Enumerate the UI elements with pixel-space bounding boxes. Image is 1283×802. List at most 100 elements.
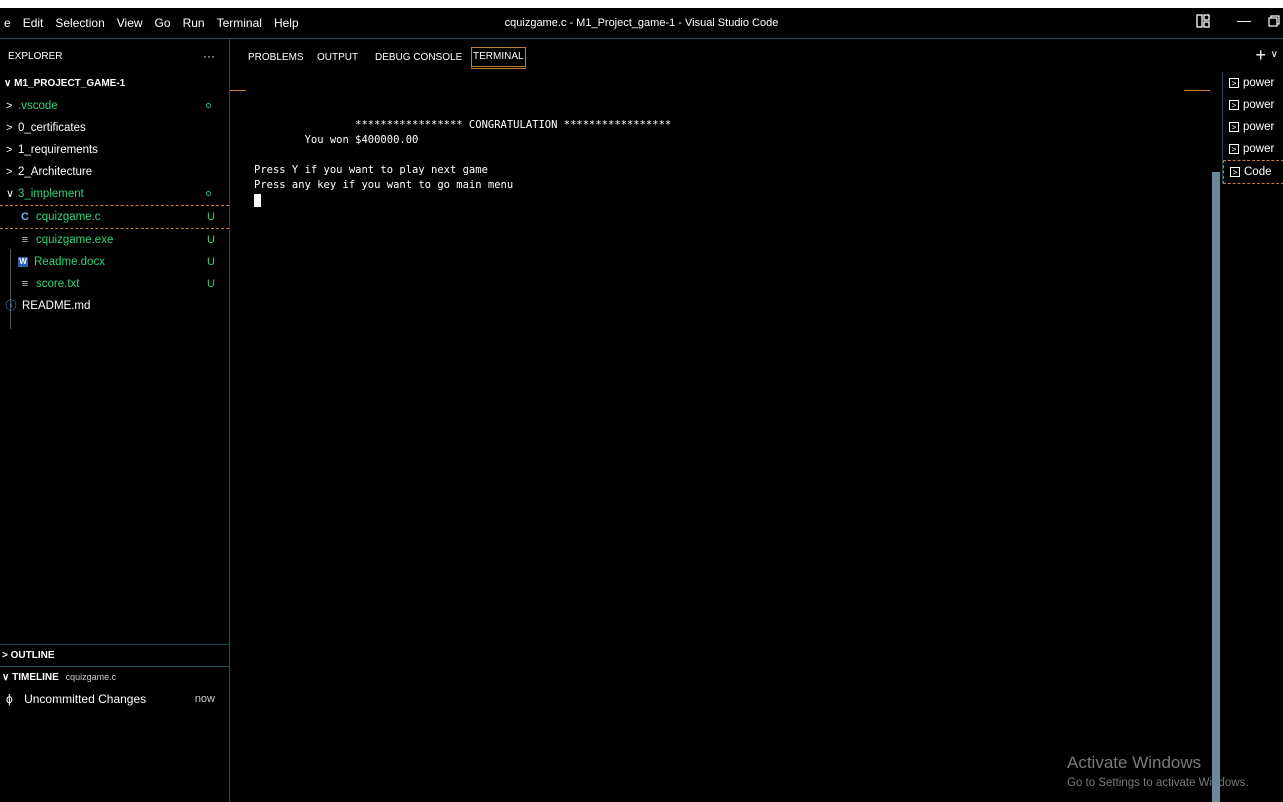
terminal-output[interactable]: ***************** CONGRATULATION *******… [254,118,671,208]
chevron-right-icon: > [6,122,13,134]
folder-label: 2_Architecture [18,166,93,178]
terminal-icon: > [1229,121,1239,132]
chevron-down-icon: ∨ [4,78,12,89]
minimize-icon[interactable]: — [1237,12,1251,28]
folder-label: .vscode [18,100,58,112]
file-label: cquizgame.exe [36,234,114,246]
timeline-header[interactable]: ∨ TIMELINE cquizgame.c [0,667,229,688]
new-terminal-icon[interactable]: + [1255,45,1266,66]
explorer-title: EXPLORER [8,50,63,62]
folder-2-architecture[interactable]: > 2_Architecture [0,161,229,183]
menu-view[interactable]: View [117,16,143,30]
file-readme-docx[interactable]: W Readme.docx U [0,251,229,273]
menu-terminal[interactable]: Terminal [217,16,262,30]
workspace-root[interactable]: ∨ M1_PROJECT_GAME-1 [0,73,229,95]
file-cquizgame-c[interactable]: C cquizgame.c U [0,205,229,229]
window-title: cquizgame.c - M1_Project_game-1 - Visual… [504,17,779,29]
menu-bar: e Edit Selection View Go Run Terminal He… [0,8,309,38]
untracked-badge: U [207,211,215,223]
file-label: cquizgame.c [36,211,101,223]
watermark-title: Activate Windows [1067,753,1202,772]
sash-left [230,90,246,91]
chevron-right-icon: > [2,650,8,661]
c-file-icon: C [21,211,29,223]
menu-help[interactable]: Help [274,16,299,30]
terminal-instance-active[interactable]: > Code [1223,160,1283,184]
chevron-down-icon[interactable]: ∨ [1271,49,1278,60]
terminal-instance-label: power [1243,99,1275,111]
folder-1-requirements[interactable]: > 1_requirements [0,139,229,161]
menu-selection[interactable]: Selection [55,16,104,30]
folder-label: 1_requirements [18,144,98,156]
folder-vscode[interactable]: > .vscode [0,95,229,117]
activate-windows-watermark: Activate Windows Go to Settings to activ… [1067,752,1249,792]
more-actions-icon[interactable]: ··· [203,49,215,63]
file-cquizgame-exe[interactable]: ≡ cquizgame.exe U [0,229,229,251]
timeline-item-time: now [194,693,215,705]
folder-0-certificates[interactable]: > 0_certificates [0,117,229,139]
file-label: Readme.docx [34,256,105,268]
untracked-badge: U [207,256,215,268]
info-icon: ⓘ [5,300,17,312]
timeline-item[interactable]: ϕ Uncommitted Changes now [0,688,229,710]
terminal-instance-label: power [1243,121,1275,133]
chevron-down-icon: ∨ [6,188,15,200]
tab-problems[interactable]: PROBLEMS [248,49,304,67]
timeline-item-label: Uncommitted Changes [24,692,147,706]
panel-tabs: PROBLEMS OUTPUT DEBUG CONSOLE TERMINAL +… [230,39,1280,73]
file-label: README.md [22,300,91,312]
terminal-instance[interactable]: > power [1223,116,1283,138]
tab-debug-console[interactable]: DEBUG CONSOLE [375,49,462,67]
modified-dot-icon [206,103,211,108]
tab-output[interactable]: OUTPUT [317,49,358,67]
terminal-instance[interactable]: > power [1223,94,1283,116]
outline-header[interactable]: > OUTLINE [0,645,229,666]
chevron-right-icon: > [6,166,13,178]
terminal-line: Press any key if you want to go main men… [254,179,514,191]
file-label: score.txt [36,278,80,290]
folder-3-implement[interactable]: ∨ 3_implement [0,183,229,205]
explorer-sidebar: EXPLORER ··· ∨ M1_PROJECT_GAME-1 > .vsco… [0,39,230,802]
terminal-instance-label: power [1243,143,1275,155]
untracked-badge: U [207,278,215,290]
restore-icon[interactable] [1268,14,1280,30]
terminal-line: You won $400000.00 [254,134,419,146]
outline-section: > OUTLINE ∨ TIMELINE cquizgame.c ϕ Uncom… [0,644,229,710]
timeline-file: cquizgame.c [65,672,117,682]
chevron-right-icon: > [6,100,13,112]
layout-icon[interactable] [1196,14,1210,31]
menu-run[interactable]: Run [183,16,205,30]
timeline-section: ∨ TIMELINE cquizgame.c ϕ Uncommitted Cha… [0,666,229,710]
modified-dot-icon [206,191,211,196]
text-file-icon: ≡ [21,234,29,246]
folder-label: 3_implement [18,188,84,200]
tab-terminal[interactable]: TERMINAL [471,47,526,69]
file-readme-md[interactable]: ⓘ README.md [0,295,229,317]
outline-label: OUTLINE [10,650,55,661]
terminal-icon: > [1229,77,1239,88]
word-doc-icon: W [18,257,28,267]
explorer-header: EXPLORER ··· [0,39,229,73]
timeline-label: TIMELINE [12,672,59,683]
terminal-icon: > [1230,166,1240,177]
title-bar: e Edit Selection View Go Run Terminal He… [0,8,1283,39]
file-score-txt[interactable]: ≡ score.txt U [0,273,229,295]
terminal-instance-label: Code [1244,166,1272,178]
chevron-right-icon: > [6,144,13,156]
top-strip [0,0,1283,8]
watermark-subtitle: Go to Settings to activate Windows. [1067,777,1249,789]
terminal-instance[interactable]: > power [1223,72,1283,94]
terminal-line: ***************** CONGRATULATION *******… [254,119,672,131]
folder-label: 0_certificates [18,122,86,134]
workspace-root-label: M1_PROJECT_GAME-1 [14,78,126,89]
chevron-down-icon: ∨ [2,672,10,683]
untracked-badge: U [207,234,215,246]
terminal-scrollbar[interactable] [1212,172,1220,802]
menu-file[interactable]: e [4,16,11,30]
menu-go[interactable]: Go [155,16,171,30]
terminal-instance[interactable]: > power [1223,138,1283,160]
terminal-list: > power > power > power > power > Code [1222,72,1283,184]
menu-edit[interactable]: Edit [23,16,44,30]
commit-icon: ϕ [6,692,13,706]
terminal-cursor [254,193,261,207]
